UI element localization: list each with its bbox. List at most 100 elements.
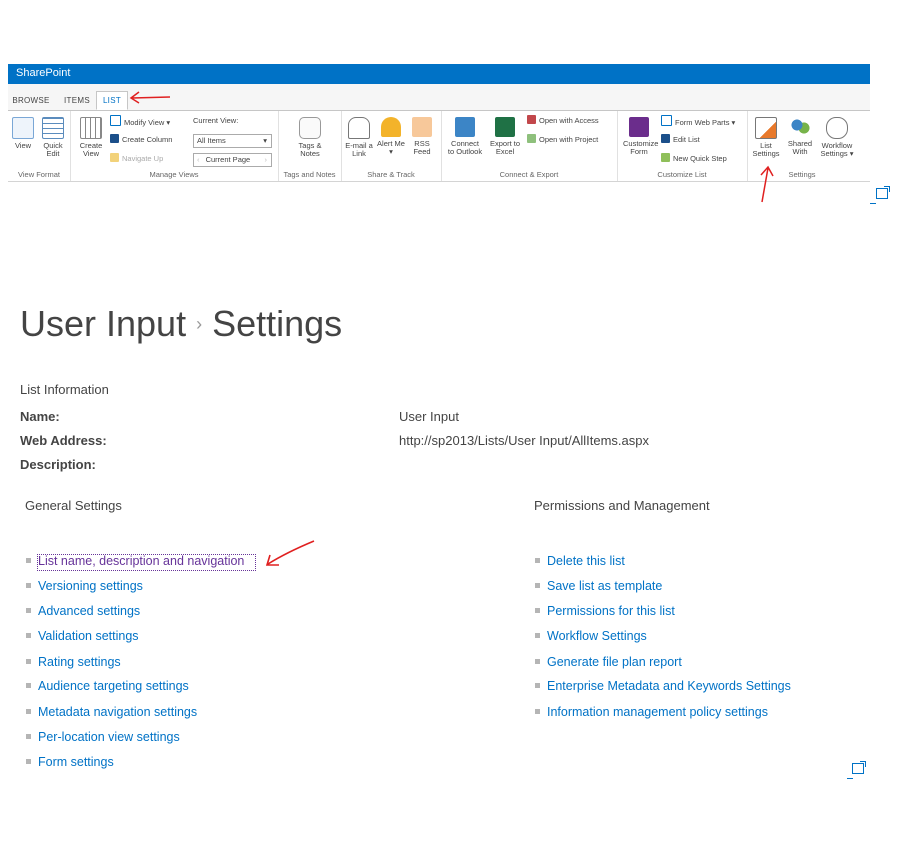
- list-settings-button[interactable]: List Settings: [751, 117, 781, 158]
- group-view-format: View Quick Edit View Format: [8, 111, 71, 181]
- page-title: User Input › Settings: [20, 303, 342, 345]
- edit-list-icon: [661, 134, 670, 143]
- group-tags-notes: Tags & Notes Tags and Notes: [278, 111, 342, 181]
- open-project-button[interactable]: Open with Project: [527, 134, 598, 146]
- bullet-icon: [26, 709, 31, 714]
- link-save-template[interactable]: Save list as template: [535, 579, 662, 593]
- shared-with-label: Shared With: [787, 139, 813, 156]
- shared-with-button[interactable]: Shared With: [785, 117, 815, 156]
- current-view-select[interactable]: All Items ▾: [193, 134, 272, 148]
- link-audience-targeting[interactable]: Audience targeting settings: [26, 679, 189, 693]
- connect-outlook-button[interactable]: Connect to Outlook: [447, 117, 483, 156]
- link-workflow-settings[interactable]: Workflow Settings: [535, 629, 647, 643]
- create-column-label: Create Column: [122, 135, 173, 144]
- link-permissions[interactable]: Permissions for this list: [535, 604, 675, 618]
- link-label: List name, description and navigation: [38, 554, 245, 568]
- list-info-heading: List Information: [20, 382, 109, 397]
- link-delete-list[interactable]: Delete this list: [535, 554, 625, 568]
- open-in-new-window-icon[interactable]: [852, 761, 866, 774]
- link-enterprise-metadata[interactable]: Enterprise Metadata and Keywords Setting…: [535, 679, 791, 693]
- modify-view-button[interactable]: Modify View ▾: [110, 115, 170, 127]
- open-in-new-window-icon[interactable]: [876, 186, 890, 199]
- link-label: Audience targeting settings: [38, 679, 189, 693]
- group-label-manage-views: Manage Views: [149, 170, 199, 179]
- open-access-label: Open with Access: [539, 116, 599, 125]
- current-page-pager: ‹ Current Page ›: [193, 153, 272, 167]
- link-validation-settings[interactable]: Validation settings: [26, 629, 139, 643]
- view-button[interactable]: View: [8, 117, 38, 150]
- breadcrumb-separator-icon: ›: [196, 314, 203, 334]
- create-column-button[interactable]: Create Column: [110, 134, 172, 146]
- link-label: Information management policy settings: [547, 705, 768, 719]
- link-label: Workflow Settings: [547, 629, 647, 643]
- edit-list-label: Edit List: [673, 135, 700, 144]
- link-per-location-view[interactable]: Per-location view settings: [26, 730, 180, 744]
- brand-label[interactable]: SharePoint: [16, 67, 70, 79]
- edit-list-button[interactable]: Edit List: [661, 134, 700, 146]
- alert-me-button[interactable]: Alert Me ▾: [376, 117, 406, 156]
- rss-feed-label: RSS Feed: [413, 139, 431, 156]
- modify-view-icon: [110, 115, 121, 126]
- group-label-connect: Connect & Export: [499, 170, 559, 179]
- bullet-icon: [535, 583, 540, 588]
- group-manage-views: Create View Modify View ▾ Create Column …: [70, 111, 279, 181]
- customize-form-button[interactable]: Customize Form: [623, 117, 658, 156]
- new-quick-step-button[interactable]: New Quick Step: [661, 153, 727, 165]
- tab-items[interactable]: ITEMS: [60, 92, 94, 109]
- breadcrumb-list-link[interactable]: User Input: [20, 303, 186, 344]
- workflow-settings-button[interactable]: Workflow Settings ▾: [819, 117, 855, 158]
- link-label: Rating settings: [38, 655, 121, 669]
- quick-step-icon: [661, 153, 670, 162]
- navigate-up-icon: [110, 153, 119, 162]
- chevron-down-icon: ▾: [263, 136, 267, 145]
- list-settings-label: List Settings: [752, 141, 780, 158]
- link-label: Advanced settings: [38, 604, 141, 618]
- link-versioning-settings[interactable]: Versioning settings: [26, 579, 143, 593]
- ribbon: View Quick Edit View Format Create View …: [8, 111, 870, 182]
- link-advanced-settings[interactable]: Advanced settings: [26, 604, 140, 618]
- permissions-heading: Permissions and Management: [534, 498, 710, 513]
- suite-bar: SharePoint: [8, 64, 870, 84]
- link-form-settings[interactable]: Form settings: [26, 755, 114, 769]
- bullet-icon: [26, 759, 31, 764]
- link-rating-settings[interactable]: Rating settings: [26, 655, 121, 669]
- tab-browse[interactable]: BROWSE: [8, 92, 54, 109]
- form-web-parts-label: Form Web Parts: [675, 118, 730, 127]
- bullet-icon: [535, 633, 540, 638]
- project-icon: [527, 134, 536, 143]
- quick-edit-button[interactable]: Quick Edit: [38, 117, 68, 158]
- tag-icon: [299, 117, 321, 139]
- open-access-button[interactable]: Open with Access: [527, 115, 599, 127]
- tab-list[interactable]: LIST: [96, 91, 128, 110]
- bullet-icon: [535, 683, 540, 688]
- link-label: Versioning settings: [38, 579, 143, 593]
- modify-view-label: Modify View: [124, 118, 165, 127]
- prev-page-icon[interactable]: ‹: [197, 155, 200, 164]
- group-label-view-format: View Format: [18, 170, 60, 179]
- link-label: Delete this list: [547, 554, 625, 568]
- link-label: Metadata navigation settings: [38, 705, 198, 719]
- link-label: Enterprise Metadata and Keywords Setting…: [547, 679, 791, 693]
- bullet-icon: [26, 608, 31, 613]
- current-view-label: Current View:: [193, 116, 239, 125]
- workflow-settings-label: Workflow Settings: [820, 141, 853, 158]
- rss-icon: [412, 117, 432, 137]
- bullet-icon: [535, 659, 540, 664]
- view-label: View: [14, 141, 32, 150]
- link-file-plan-report[interactable]: Generate file plan report: [535, 655, 682, 669]
- group-label-share: Share & Track: [367, 170, 415, 179]
- quick-edit-icon: [42, 117, 64, 139]
- rss-feed-button[interactable]: RSS Feed: [407, 117, 437, 156]
- export-excel-button[interactable]: Export to Excel: [487, 117, 523, 156]
- link-info-management-policy[interactable]: Information management policy settings: [535, 705, 768, 719]
- navigate-up-label: Navigate Up: [122, 154, 164, 163]
- ext-underline: [847, 778, 853, 779]
- next-page-icon[interactable]: ›: [265, 154, 268, 166]
- create-view-button[interactable]: Create View: [76, 117, 106, 158]
- navigate-up-button[interactable]: Navigate Up: [110, 153, 163, 165]
- link-metadata-navigation[interactable]: Metadata navigation settings: [26, 705, 197, 719]
- tags-notes-button[interactable]: Tags & Notes: [295, 117, 325, 158]
- link-list-name-description[interactable]: List name, description and navigation: [26, 554, 244, 568]
- form-web-parts-button[interactable]: Form Web Parts ▾: [661, 115, 735, 127]
- email-link-button[interactable]: E-mail a Link: [344, 117, 374, 158]
